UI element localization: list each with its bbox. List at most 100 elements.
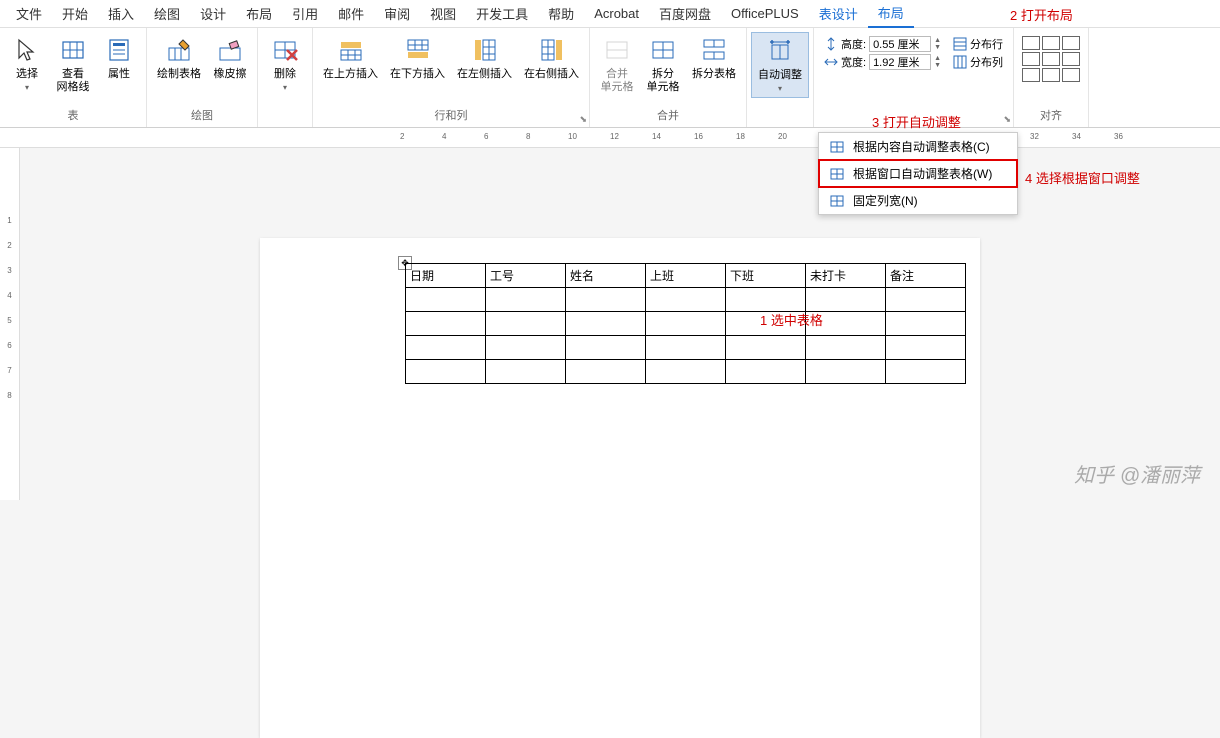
grid-icon [57,34,89,66]
autofit-menu-item-2[interactable]: 固定列宽(N) [819,187,1017,214]
menu-item-label: 固定列宽(N) [853,192,918,209]
button-label: 删除▾ [274,68,296,94]
button-label: 选择▾ [16,68,38,94]
ruler-vertical: 12345678 [0,148,20,500]
table-header-cell[interactable]: 下班 [726,264,806,288]
height-input[interactable] [869,36,931,52]
table-header-cell[interactable]: 姓名 [566,264,646,288]
insert-below-button[interactable]: 在下方插入 [384,32,451,83]
table-cell[interactable] [886,336,966,360]
insert-above-button[interactable]: 在上方插入 [317,32,384,83]
dist-rows-icon [953,37,967,51]
table-cell[interactable] [726,288,806,312]
table-cell[interactable] [486,360,566,384]
grid-button[interactable]: 查看网格线 [50,32,96,96]
menu-item-3[interactable]: 绘图 [144,0,190,27]
table-header-cell[interactable]: 备注 [886,264,966,288]
height-spinner[interactable]: ▲▼ [934,37,941,51]
table-header-cell[interactable]: 日期 [406,264,486,288]
menu-item-11[interactable]: 帮助 [538,0,584,27]
autofit-menu-item-1[interactable]: 根据窗口自动调整表格(W) [819,160,1017,187]
table-cell[interactable] [566,360,646,384]
pencil-button[interactable]: 绘制表格 [151,32,207,83]
autofit-menu-item-0[interactable]: 根据内容自动调整表格(C) [819,133,1017,160]
paper: ✥ 日期工号姓名上班下班未打卡备注 1 选中表格 [260,238,980,738]
table-cell[interactable] [566,312,646,336]
menu-item-0[interactable]: 文件 [6,0,52,27]
table-cell[interactable] [886,360,966,384]
cursor-button[interactable]: 选择▾ [4,32,50,96]
split-cell-button[interactable]: 拆分单元格 [640,32,686,96]
menu-item-1[interactable]: 开始 [52,0,98,27]
menu-item-9[interactable]: 视图 [420,0,466,27]
table-cell[interactable] [486,336,566,360]
table-cell[interactable] [646,312,726,336]
align-cell-3[interactable] [1022,52,1040,66]
table-header-cell[interactable]: 上班 [646,264,726,288]
alignment-grid [1018,32,1084,86]
insert-right-button[interactable]: 在右侧插入 [518,32,585,83]
table-cell[interactable] [566,336,646,360]
menu-item-label: 根据窗口自动调整表格(W) [853,165,992,182]
table-cell[interactable] [486,288,566,312]
table-cell[interactable] [406,360,486,384]
table-cell[interactable] [646,288,726,312]
table-cell[interactable] [806,288,886,312]
width-input[interactable] [869,54,931,70]
menu-item-14[interactable]: OfficePLUS [721,2,809,25]
eraser-button[interactable]: 橡皮擦 [207,32,253,83]
align-cell-1[interactable] [1042,36,1060,50]
table-cell[interactable] [886,288,966,312]
table-cell[interactable] [566,288,646,312]
menu-item-15[interactable]: 表设计 [809,0,868,27]
menu-item-10[interactable]: 开发工具 [466,0,538,27]
menu-item-5[interactable]: 布局 [236,0,282,27]
table-cell[interactable] [806,336,886,360]
menu-item-6[interactable]: 引用 [282,0,328,27]
group-launcher[interactable]: ⬊ [579,114,587,125]
align-cell-6[interactable] [1022,68,1040,82]
insert-left-button[interactable]: 在左侧插入 [451,32,518,83]
table-cell[interactable] [486,312,566,336]
table-cell[interactable] [406,336,486,360]
merge-button[interactable]: 合并单元格 [594,32,640,96]
width-spinner[interactable]: ▲▼ [934,55,941,69]
delete-button[interactable]: 删除▾ [262,32,308,96]
table-cell[interactable] [726,336,806,360]
align-cell-5[interactable] [1062,52,1080,66]
menu-item-2[interactable]: 插入 [98,0,144,27]
autofit-icon [764,35,796,67]
menu-item-8[interactable]: 审阅 [374,0,420,27]
table-cell[interactable] [806,360,886,384]
annotation-3: 3 打开自动调整 [872,112,961,131]
menu-item-13[interactable]: 百度网盘 [649,0,721,27]
table-cell[interactable] [406,312,486,336]
align-cell-8[interactable] [1062,68,1080,82]
align-cell-4[interactable] [1042,52,1060,66]
button-label: 在右侧插入 [524,68,579,81]
menu-item-16[interactable]: 布局 [868,0,914,28]
distribute-rows-button[interactable]: 分布行 [953,36,1003,52]
align-cell-2[interactable] [1062,36,1080,50]
document-table[interactable]: 日期工号姓名上班下班未打卡备注 [405,263,966,384]
table-cell[interactable] [646,336,726,360]
menu-item-7[interactable]: 邮件 [328,0,374,27]
width-icon [824,55,838,69]
table-header-cell[interactable]: 未打卡 [806,264,886,288]
autofit-button[interactable]: 自动调整▾ [751,32,809,98]
properties-button[interactable]: 属性 [96,32,142,83]
group-launcher[interactable]: ⬊ [1003,114,1011,125]
menu-item-4[interactable]: 设计 [190,0,236,27]
table-cell[interactable] [886,312,966,336]
split-table-button[interactable]: 拆分表格 [686,32,742,83]
distribute-cols-button[interactable]: 分布列 [953,54,1003,70]
eraser-icon [214,34,246,66]
align-cell-0[interactable] [1022,36,1040,50]
table-cell[interactable] [406,288,486,312]
align-cell-7[interactable] [1042,68,1060,82]
table-cell[interactable] [726,360,806,384]
menu-item-12[interactable]: Acrobat [584,2,649,25]
table-header-cell[interactable]: 工号 [486,264,566,288]
table-cell[interactable] [646,360,726,384]
insert-right-icon [536,34,568,66]
